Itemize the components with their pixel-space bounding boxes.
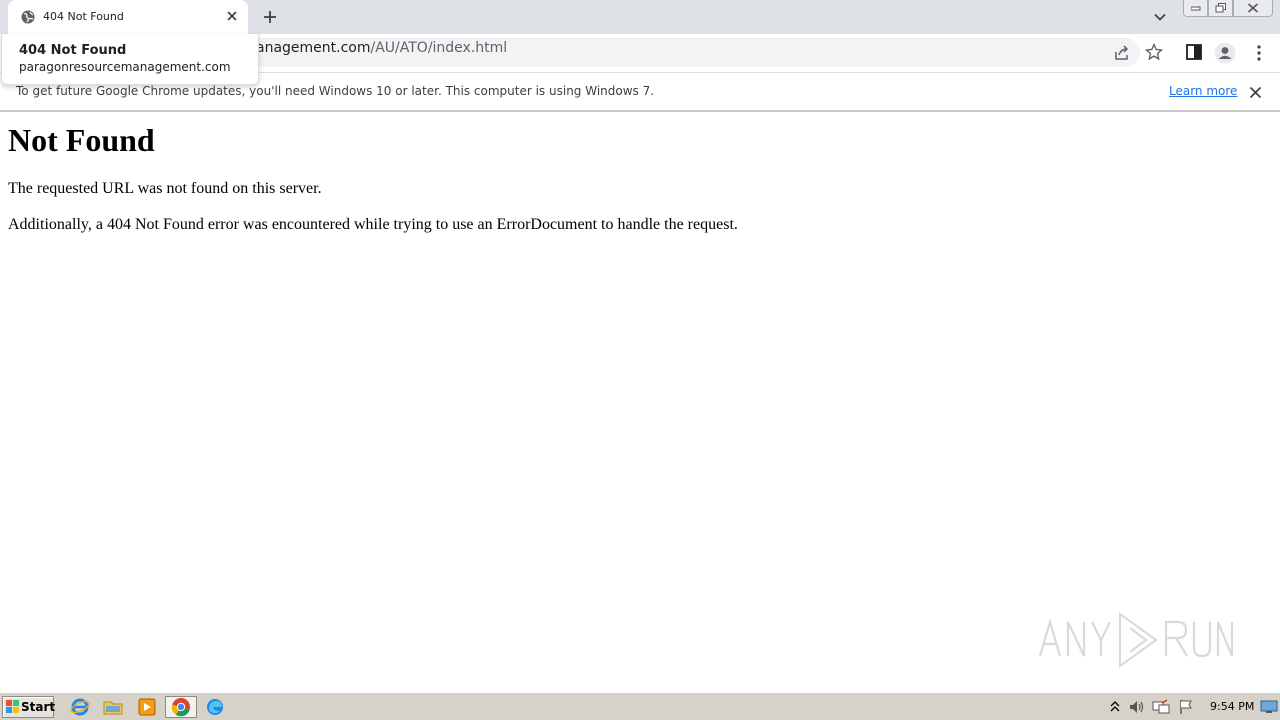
new-tab-icon[interactable] (262, 9, 278, 25)
internet-explorer-button[interactable] (67, 696, 93, 718)
windows-taskbar: Start 9:54 PM (0, 692, 1280, 720)
media-player-button[interactable] (134, 696, 160, 718)
learn-more-link[interactable]: Learn more (1169, 84, 1237, 98)
anyrun-watermark-logo (1038, 611, 1234, 669)
start-label: Start (21, 700, 56, 714)
show-desktop-icon[interactable] (1260, 700, 1278, 714)
chevron-down-icon[interactable] (1153, 10, 1167, 24)
file-explorer-button[interactable] (100, 696, 126, 718)
restore-icon (1215, 3, 1226, 13)
globe-icon (21, 10, 35, 24)
close-tab-icon[interactable] (225, 9, 239, 23)
page-heading: Not Found (8, 122, 155, 158)
taskbar-clock[interactable]: 9:54 PM (1210, 700, 1254, 713)
start-button[interactable]: Start (2, 696, 56, 718)
url-host: anagement.com (256, 40, 371, 56)
volume-icon[interactable] (1128, 699, 1146, 715)
media-player-icon (138, 698, 156, 716)
url-path: /AU/ATO/index.html (370, 40, 508, 56)
hover-card-title: 404 Not Found (19, 43, 127, 58)
address-url[interactable]: anagement.com/AU/ATO/index.html (256, 40, 507, 56)
page-content: Not Found The requested URL was not foun… (0, 114, 1280, 691)
side-panel-icon[interactable] (1185, 43, 1203, 61)
profile-avatar-icon[interactable] (1214, 42, 1236, 64)
network-icon[interactable] (1152, 699, 1170, 715)
minimize-icon (1190, 6, 1200, 11)
tab-hover-card: 404 Not Found paragonresourcemanagement.… (1, 34, 259, 85)
restore-button[interactable] (1208, 0, 1233, 17)
bookmark-star-icon[interactable] (1145, 43, 1163, 61)
windows-logo-icon (6, 700, 19, 713)
tab-title: 404 Not Found (43, 10, 124, 23)
action-center-flag-icon[interactable] (1178, 699, 1194, 715)
close-icon[interactable] (1249, 86, 1262, 99)
internet-explorer-icon (70, 698, 90, 716)
share-icon[interactable] (1113, 44, 1131, 62)
minimize-button[interactable] (1183, 0, 1208, 17)
error-message: The requested URL was not found on this … (8, 180, 322, 197)
infobar-message: To get future Google Chrome updates, you… (16, 84, 655, 98)
close-icon (1247, 3, 1259, 13)
tray-expand-icon[interactable] (1110, 701, 1120, 713)
more-menu-icon[interactable] (1250, 44, 1268, 62)
chrome-button[interactable] (165, 696, 197, 718)
close-window-button[interactable] (1233, 0, 1273, 17)
tab-strip: 404 Not Found (0, 0, 1280, 34)
error-detail: Additionally, a 404 Not Found error was … (8, 216, 738, 233)
hover-card-domain: paragonresourcemanagement.com (19, 60, 231, 74)
edge-button[interactable] (202, 696, 228, 718)
edge-icon (207, 699, 223, 715)
browser-tab[interactable]: 404 Not Found (8, 0, 248, 34)
file-explorer-icon (103, 701, 123, 715)
chrome-icon (171, 698, 190, 717)
